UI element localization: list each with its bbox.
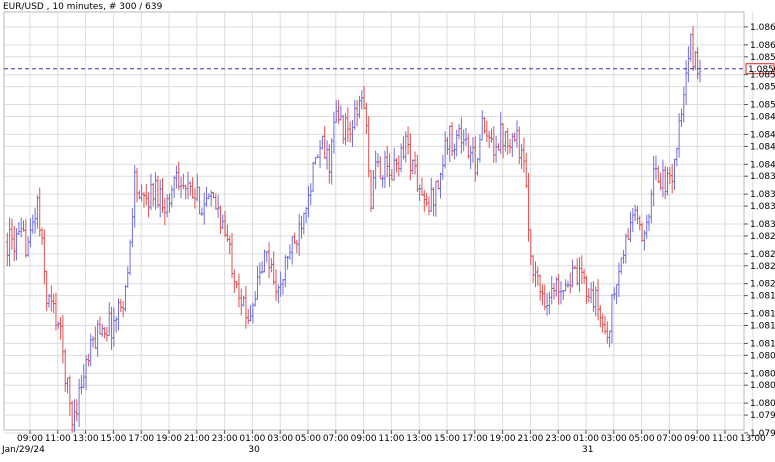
chart: 1.0856 1.08631.08601.08581.08551.08531.0… (0, 0, 775, 458)
x-tick-label: 01:00 (239, 434, 265, 444)
x-tick-label: 17:00 (128, 434, 154, 444)
chart-title: EUR/USD , 10 minutes, # 300 / 639 (3, 2, 163, 12)
y-tick-label: 1.0810 (750, 339, 775, 349)
y-tick-label: 1.0823 (750, 262, 775, 272)
x-tick-label: 09:00 (684, 434, 710, 444)
y-tick-label: 1.0855 (750, 71, 775, 81)
x-tick-label: 21:00 (517, 434, 543, 444)
y-tick-label: 1.0835 (750, 190, 775, 200)
x-tick-label: 05:00 (295, 434, 321, 444)
x-tick-label: 17:00 (462, 434, 488, 444)
y-tick-label: 1.0818 (750, 292, 775, 302)
y-tick-label: 1.0808 (750, 351, 775, 361)
x-tick-label: 15:00 (434, 434, 460, 444)
x-date-label: Jan/29/24 (1, 445, 45, 455)
y-tick-label: 1.0843 (750, 142, 775, 152)
y-tick-label: 1.0848 (750, 113, 775, 123)
x-tick-label: 07:00 (656, 434, 682, 444)
x-tick-label: 01:00 (573, 434, 599, 444)
y-tick-label: 1.0830 (750, 220, 775, 230)
y-tick-label: 1.0803 (750, 381, 775, 391)
y-tick-label: 1.0850 (750, 101, 775, 111)
ohlc-chart: 1.0856 1.08631.08601.08581.08551.08531.0… (0, 0, 775, 458)
y-tick-label: 1.0828 (750, 232, 775, 242)
x-tick-label: 05:00 (629, 434, 655, 444)
y-tick-label: 1.0800 (750, 399, 775, 409)
x-tick-label: 15:00 (100, 434, 126, 444)
x-tick-label: 03:00 (601, 434, 627, 444)
y-tick-label: 1.0815 (750, 310, 775, 320)
x-tick-label: 13:00 (740, 434, 766, 444)
y-tick-label: 1.0798 (750, 411, 775, 421)
x-tick-label: 09:00 (351, 434, 377, 444)
y-tick-label: 1.0858 (750, 53, 775, 63)
y-tick-label: 1.0813 (750, 322, 775, 332)
x-tick-label: 11:00 (712, 434, 738, 444)
y-tick-label: 1.0833 (750, 202, 775, 212)
x-tick-label: 09:00 (17, 434, 43, 444)
x-tick-label: 03:00 (267, 434, 293, 444)
y-tick-label: 1.0853 (750, 83, 775, 93)
y-tick-label: 1.0805 (750, 369, 775, 379)
y-tick-label: 1.0825 (750, 250, 775, 260)
x-tick-label: 13:00 (73, 434, 99, 444)
x-tick-label: 11:00 (45, 434, 71, 444)
y-tick-label: 1.0838 (750, 172, 775, 182)
y-tick-label: 1.0860 (750, 41, 775, 51)
x-tick-label: 11:00 (378, 434, 404, 444)
x-tick-label: 21:00 (184, 434, 210, 444)
y-tick-label: 1.0863 (750, 23, 775, 33)
x-date-label: 31 (582, 445, 593, 455)
y-tick-label: 1.0845 (750, 130, 775, 140)
x-tick-label: 23:00 (212, 434, 238, 444)
x-tick-label: 19:00 (156, 434, 182, 444)
y-tick-label: 1.0840 (750, 160, 775, 170)
x-tick-label: 19:00 (490, 434, 516, 444)
x-tick-label: 07:00 (323, 434, 349, 444)
x-tick-label: 23:00 (545, 434, 571, 444)
x-date-label: 30 (248, 445, 260, 455)
x-tick-label: 13:00 (406, 434, 432, 444)
y-tick-label: 1.0820 (750, 280, 775, 290)
